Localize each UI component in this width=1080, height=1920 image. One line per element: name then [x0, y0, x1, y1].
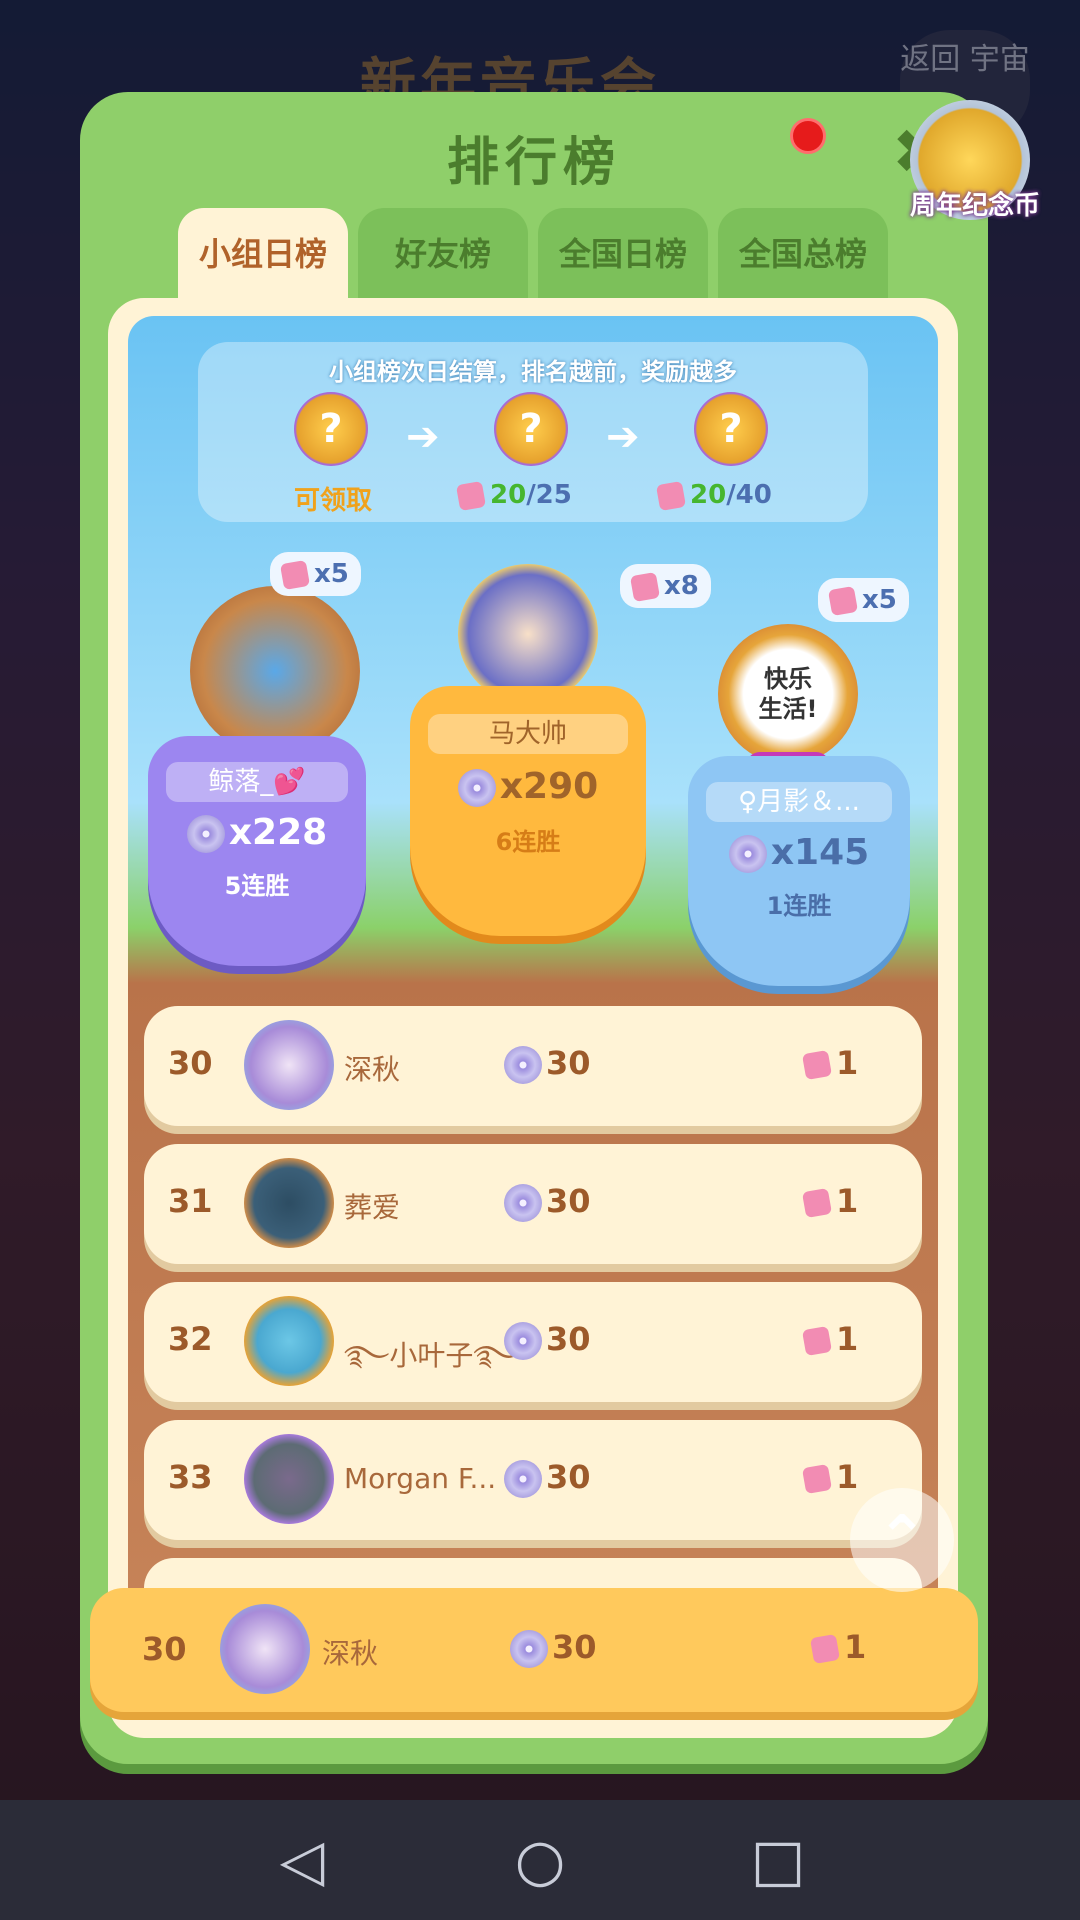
rank-number: 33 — [168, 1458, 213, 1496]
rank-number: 32 — [168, 1320, 213, 1358]
player-name: ࿐小叶子࿐ — [344, 1339, 519, 1372]
list-item[interactable]: 30 深秋 30 1 — [144, 1006, 922, 1126]
puzzle-piece-icon — [655, 480, 687, 511]
rank-number: 30 — [168, 1044, 213, 1082]
rank-number: 31 — [168, 1182, 213, 1220]
second-place-name: 鲸落_💕 — [166, 762, 348, 802]
second-place-streak: 5连胜 — [224, 872, 290, 900]
second-place-podium: 鲸落_💕 x228 5连胜 — [148, 736, 366, 966]
first-place-podium: 马大帅 x290 6连胜 — [410, 686, 646, 936]
score: 30 — [504, 1044, 591, 1084]
puzzle-piece-icon — [801, 1049, 833, 1081]
tab-group-daily[interactable]: 小组日榜 — [178, 208, 348, 298]
puzzle-count: 1 — [801, 1320, 858, 1358]
third-place-name: ♀月影＆... — [706, 782, 892, 822]
puzzle-piece-icon — [801, 1325, 833, 1357]
puzzle-piece-icon — [801, 1187, 833, 1219]
score: 30 — [504, 1320, 591, 1360]
puzzle-count: 1 — [801, 1458, 858, 1496]
puzzle-piece-icon — [455, 480, 487, 511]
third-place-streak: 1连胜 — [766, 892, 832, 920]
player-name: 深秋 — [322, 1637, 379, 1670]
puzzle-piece-icon — [629, 571, 661, 602]
third-place-podium: ♀月影＆... x145 1连胜 — [688, 756, 910, 986]
list-item[interactable]: 32 ࿐小叶子࿐ 30 1 — [144, 1282, 922, 1402]
arrow-right-icon: ➔ — [606, 414, 640, 460]
tab-national-total[interactable]: 全国总榜 — [718, 208, 888, 298]
puzzle-piece-icon — [279, 559, 311, 590]
rank-number: 30 — [142, 1630, 187, 1668]
puzzle-count: 1 — [801, 1044, 858, 1082]
instrument-reward-icon[interactable]: ? — [694, 392, 768, 466]
scroll-to-top-button[interactable]: ⌃ — [850, 1488, 954, 1592]
disc-icon — [186, 815, 225, 853]
third-place-score: x145 — [688, 832, 910, 873]
tab-bar: 小组日榜 好友榜 全国日榜 全国总榜 — [178, 208, 888, 298]
leaderboard-panel: 排行榜 ✖ 小组日榜 好友榜 全国日榜 全国总榜 小组榜次日结算，排名越前，奖励… — [80, 92, 988, 1764]
system-nav-bar: ◁ ○ □ — [0, 1800, 1080, 1920]
second-place-score: x228 — [148, 812, 366, 853]
disc-icon — [504, 1322, 542, 1360]
first-place-streak: 6连胜 — [495, 828, 561, 856]
player-name: 深秋 — [344, 1053, 401, 1086]
score: 30 — [504, 1182, 591, 1222]
puzzle-piece-icon — [801, 1463, 833, 1495]
leaderboard-scroll-area[interactable]: 小组榜次日结算，排名越前，奖励越多 ? ➔ ? ➔ ? 可领取 20/25 20… — [128, 316, 938, 1706]
nav-back-button[interactable]: ◁ — [270, 1828, 334, 1892]
notification-dot — [790, 118, 826, 154]
disc-icon — [457, 769, 496, 807]
first-place-score: x290 — [410, 766, 646, 807]
puzzle-piece-icon — [809, 1633, 841, 1665]
second-place-avatar[interactable] — [190, 586, 360, 756]
guitar-reward-icon[interactable]: ? — [494, 392, 568, 466]
reward-progress-3: 20/40 — [655, 480, 772, 511]
puzzle-count: 1 — [809, 1628, 866, 1666]
second-place-bubble: x5 — [270, 552, 361, 596]
tab-friends[interactable]: 好友榜 — [358, 208, 528, 298]
arrow-right-icon: ➔ — [406, 414, 440, 460]
avatar[interactable] — [244, 1296, 334, 1386]
first-place-bubble: x8 — [620, 564, 711, 608]
score: 30 — [510, 1628, 597, 1668]
avatar[interactable] — [244, 1020, 334, 1110]
reward-claimable-label: 可领取 — [294, 486, 373, 516]
list-item[interactable]: 33 Morgan F... 30 1 — [144, 1420, 922, 1540]
score: 30 — [504, 1458, 591, 1498]
first-place-name: 马大帅 — [428, 714, 628, 754]
mystery-reward-icon[interactable]: ? — [294, 392, 368, 466]
puzzle-piece-icon — [827, 585, 859, 616]
third-place-avatar[interactable]: 快乐 生活! — [718, 624, 858, 764]
player-name: Morgan F... — [344, 1462, 497, 1495]
disc-icon — [504, 1046, 542, 1084]
avatar[interactable] — [244, 1434, 334, 1524]
avatar[interactable] — [220, 1604, 310, 1694]
leaderboard-content: 小组榜次日结算，排名越前，奖励越多 ? ➔ ? ➔ ? 可领取 20/25 20… — [108, 298, 958, 1738]
my-rank-row[interactable]: 30 深秋 30 1 — [90, 1588, 978, 1712]
nav-recents-button[interactable]: □ — [746, 1828, 810, 1892]
player-name: 葬爱 — [344, 1191, 401, 1224]
disc-icon — [504, 1184, 542, 1222]
puzzle-count: 1 — [801, 1182, 858, 1220]
reward-progress-2: 20/25 — [455, 480, 572, 511]
third-place-bubble: x5 — [818, 578, 909, 622]
disc-icon — [510, 1630, 548, 1668]
nav-home-button[interactable]: ○ — [508, 1828, 572, 1892]
disc-icon — [504, 1460, 542, 1498]
tab-national-daily[interactable]: 全国日榜 — [538, 208, 708, 298]
panel-title: 排行榜 — [446, 133, 621, 193]
avatar[interactable] — [244, 1158, 334, 1248]
reward-info-text: 小组榜次日结算，排名越前，奖励越多 — [329, 358, 737, 386]
reward-info-box: 小组榜次日结算，排名越前，奖励越多 ? ➔ ? ➔ ? 可领取 20/25 20… — [198, 342, 868, 522]
anniversary-coin-label[interactable]: 周年纪念币 — [900, 185, 1050, 222]
first-place-avatar[interactable] — [458, 564, 598, 704]
list-item[interactable]: 31 葬爱 30 1 — [144, 1144, 922, 1264]
disc-icon — [728, 835, 767, 873]
